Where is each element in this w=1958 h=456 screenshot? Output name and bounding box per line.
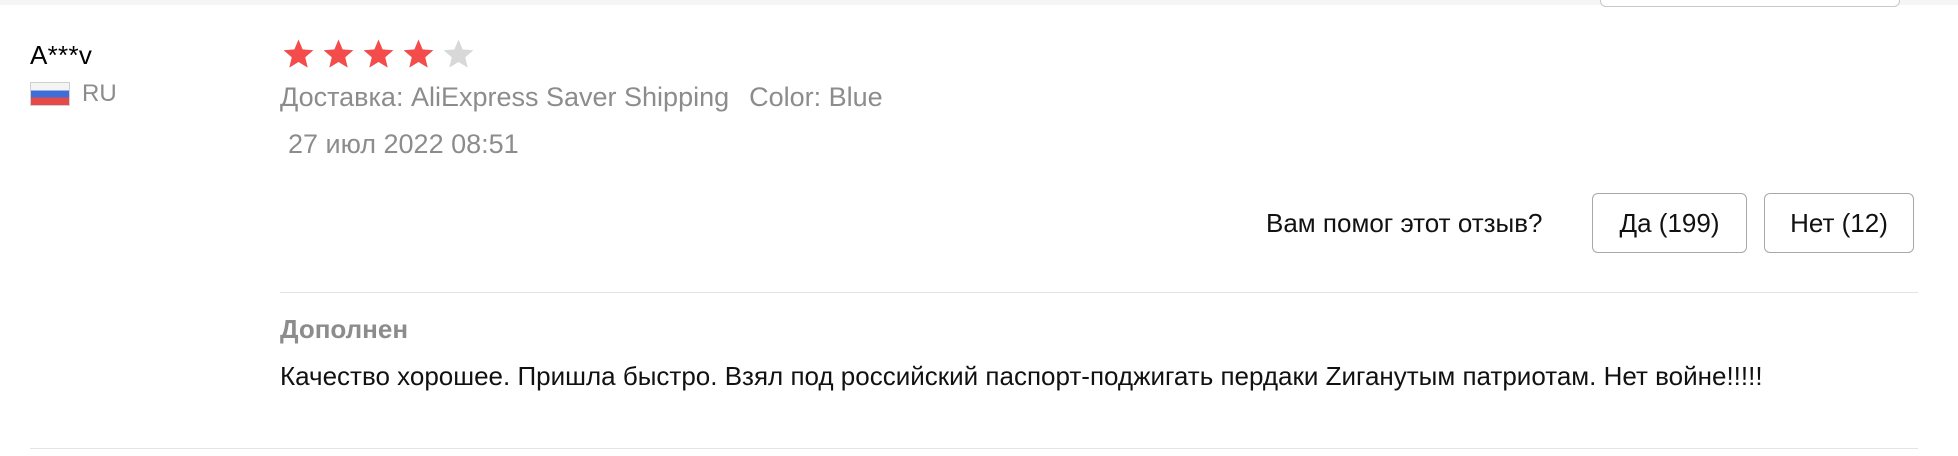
star-empty-icon: [442, 34, 482, 72]
star-filled-icon: [282, 34, 322, 72]
reviewer-name: A***v: [30, 40, 93, 70]
addendum-text: Качество хорошее. Пришла быстро. Взял по…: [280, 361, 1763, 391]
reviewer-country: RU: [30, 80, 117, 108]
review-bottom-divider: [30, 448, 1918, 449]
divider: [280, 292, 1918, 293]
helpful-no-button[interactable]: Нет (12): [1764, 193, 1914, 253]
star-filled-icon: [402, 34, 442, 72]
helpful-question: Вам помог этот отзыв?: [1266, 208, 1543, 238]
helpful-yes-button[interactable]: Да (199): [1592, 193, 1747, 253]
russia-flag-icon: [30, 82, 70, 106]
product-color: Color: Blue: [749, 82, 883, 112]
shipping-method: Доставка: AliExpress Saver Shipping: [280, 82, 730, 112]
country-code: RU: [82, 80, 117, 107]
star-filled-icon: [322, 34, 362, 72]
previous-review-button-edge[interactable]: [1600, 0, 1900, 7]
star-filled-icon: [362, 34, 402, 72]
addendum-title: Дополнен: [280, 314, 409, 344]
review-meta: Доставка: AliExpress Saver Shipping Color…: [280, 82, 883, 113]
review-date: 27 июл 2022 08:51: [288, 129, 519, 159]
star-rating: [282, 34, 482, 72]
